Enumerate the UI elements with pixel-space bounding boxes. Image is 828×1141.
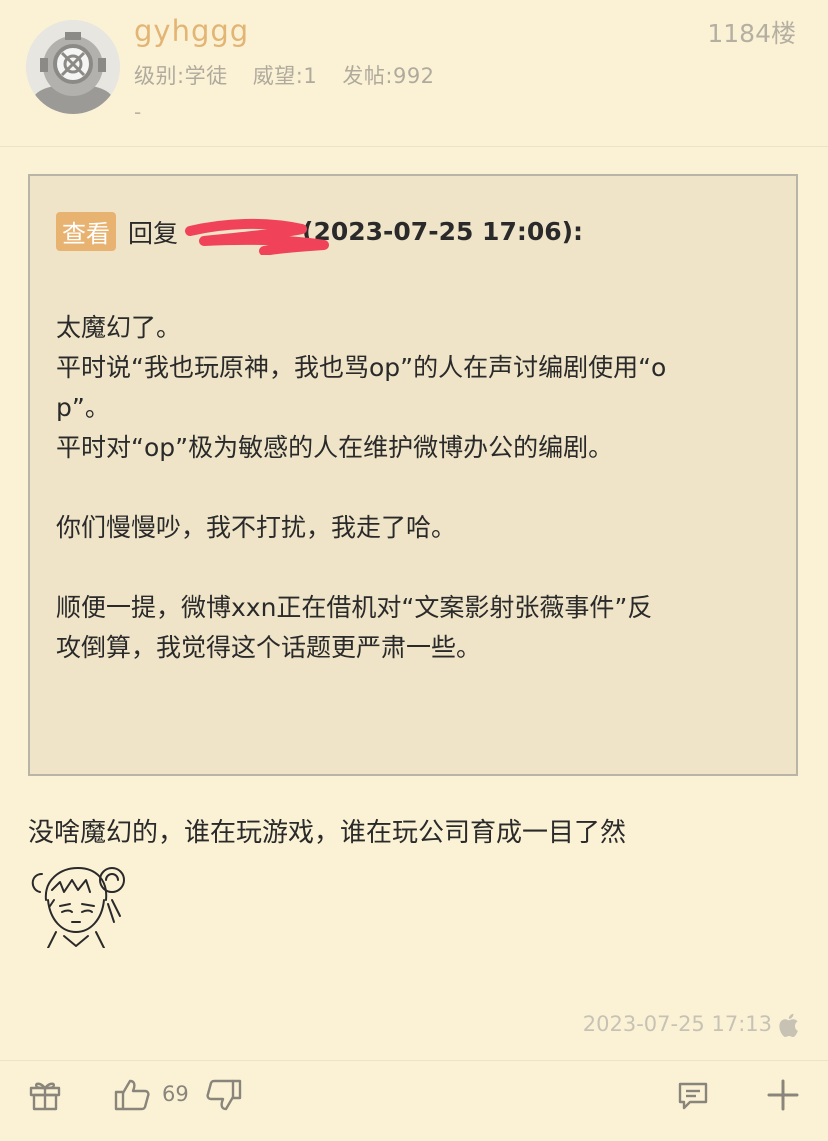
quote-line: 攻倒算，我觉得这个话题更严肃一些。 <box>56 633 482 662</box>
post-header: gyhggg 级别:学徒 威望:1 发帖:992 - 1184楼 <box>0 0 828 147</box>
user-signature: - <box>134 100 142 124</box>
user-level: 级别:学徒 <box>134 64 228 88</box>
quote-line: 顺便一提，微博xxn正在借机对“文案影射张薇事件”反 <box>56 593 653 622</box>
quote-line: p”。 <box>56 393 110 422</box>
quote-blank-line <box>56 468 776 508</box>
comment-icon[interactable] <box>676 1080 710 1116</box>
view-quote-button[interactable]: 查看 <box>56 212 116 251</box>
avatar[interactable] <box>26 20 120 114</box>
thumbs-down-icon[interactable] <box>206 1078 242 1116</box>
quote-line: 太魔幻了。 <box>56 313 182 342</box>
quote-line: 平时对“op”极为敏感的人在维护微博办公的编剧。 <box>56 433 614 462</box>
gift-icon[interactable] <box>28 1078 62 1116</box>
quote-line: 平时说“我也玩原神，我也骂op”的人在声讨编剧使用“o <box>56 353 667 382</box>
user-post-count: 发帖:992 <box>342 64 435 88</box>
quote-block: 查看 回复 (2023-07-25 17:06): 太魔幻了。 平时说“我也玩原… <box>28 174 798 776</box>
quote-body: 太魔幻了。 平时说“我也玩原神，我也骂op”的人在声讨编剧使用“o p”。 平时… <box>56 308 776 668</box>
sticker-image <box>26 860 130 949</box>
apple-icon <box>778 1012 802 1038</box>
post-timestamp: 2023-07-25 17:13 <box>582 1012 772 1036</box>
quote-date: (2023-07-25 17:06): <box>302 217 584 246</box>
username[interactable]: gyhggg <box>134 14 249 48</box>
user-prestige: 威望:1 <box>252 64 318 88</box>
quote-header: 查看 回复 (2023-07-25 17:06): <box>56 212 584 255</box>
thumbs-up-icon[interactable] <box>114 1078 150 1116</box>
user-meta: 级别:学徒 威望:1 发帖:992 <box>134 60 453 90</box>
like-count: 69 <box>162 1082 189 1106</box>
plus-icon[interactable] <box>766 1078 800 1116</box>
redacted-username <box>185 217 330 255</box>
reply-label: 回复 <box>128 218 179 248</box>
reply-text: 没啥魔幻的，谁在玩游戏，谁在玩公司育成一目了然 <box>28 818 627 848</box>
floor-number: 1184楼 <box>707 19 796 48</box>
quote-line: 你们慢慢吵，我不打扰，我走了哈。 <box>56 513 457 542</box>
quote-blank-line <box>56 548 776 588</box>
